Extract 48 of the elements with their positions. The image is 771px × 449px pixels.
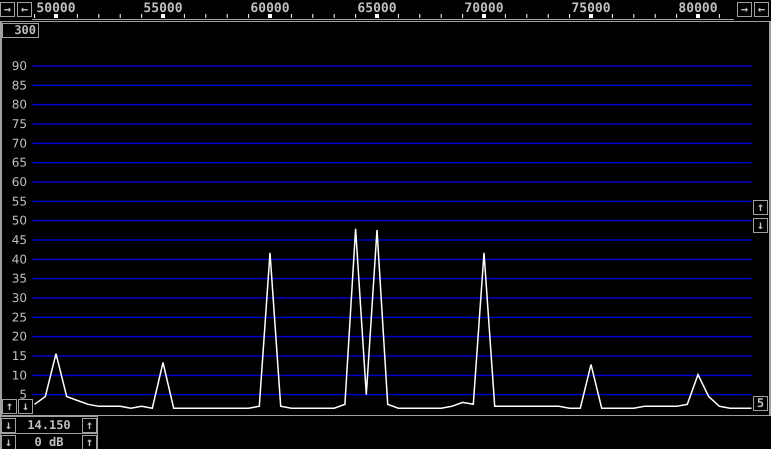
axis-label: 50 xyxy=(12,214,27,228)
arrow-button[interactable]: ↑ xyxy=(82,418,97,432)
tick-mark xyxy=(482,14,486,18)
axis-label: 15 xyxy=(12,349,27,363)
arrow-button[interactable]: ↑ xyxy=(753,200,768,215)
value-text: 0 dB xyxy=(34,435,64,449)
tick-mark xyxy=(589,14,593,18)
axis-label: 75 xyxy=(12,117,27,131)
axis-label: 35 xyxy=(12,272,27,286)
axis-label: 45 xyxy=(12,233,27,247)
tick-mark xyxy=(268,14,272,18)
arrow-button[interactable]: → xyxy=(0,2,15,17)
axis-label: 60 xyxy=(12,175,27,189)
axis-label: 90 xyxy=(12,59,27,73)
axis-label: 20 xyxy=(12,330,27,344)
axis-label: 85 xyxy=(12,78,27,92)
arrow-button[interactable]: ↑ xyxy=(2,399,17,414)
arrow-button[interactable]: ↓ xyxy=(18,399,33,414)
axis-label: 75000 xyxy=(571,1,611,16)
axis-label: 70 xyxy=(12,136,27,150)
arrow-button[interactable]: ← xyxy=(754,2,769,17)
axis-label: 65000 xyxy=(357,1,397,16)
axis-label: 10 xyxy=(12,368,27,382)
axis-label: 40 xyxy=(12,252,27,266)
value-text: 14.150 xyxy=(26,418,72,432)
axis-label: 80 xyxy=(12,98,27,112)
axis-label: 30 xyxy=(12,291,27,305)
arrow-button[interactable]: ← xyxy=(17,2,32,17)
arrow-button[interactable]: ↑ xyxy=(82,434,97,449)
tick-mark xyxy=(696,14,700,18)
tick-mark xyxy=(161,14,165,18)
arrow-button[interactable]: → xyxy=(737,2,752,17)
axis-label: 25 xyxy=(12,310,27,324)
axis-label: 80000 xyxy=(678,1,718,16)
axis-label: 70000 xyxy=(464,1,504,16)
tick-mark xyxy=(54,14,58,18)
axis-label: 50000 xyxy=(36,1,76,16)
tick-mark xyxy=(375,14,379,18)
axis-label: 55000 xyxy=(143,1,183,16)
axis-label: 65 xyxy=(12,156,27,170)
axis-label: 5 xyxy=(19,388,27,402)
step-field[interactable]: 5 xyxy=(753,396,768,411)
axis-label: 55 xyxy=(12,194,27,208)
arrow-button[interactable]: ↓ xyxy=(1,418,16,432)
arrow-button[interactable]: ↓ xyxy=(1,434,16,449)
arrow-button[interactable]: ↓ xyxy=(753,218,768,233)
range-field[interactable]: 300 xyxy=(2,23,39,38)
axis-label: 60000 xyxy=(250,1,290,16)
